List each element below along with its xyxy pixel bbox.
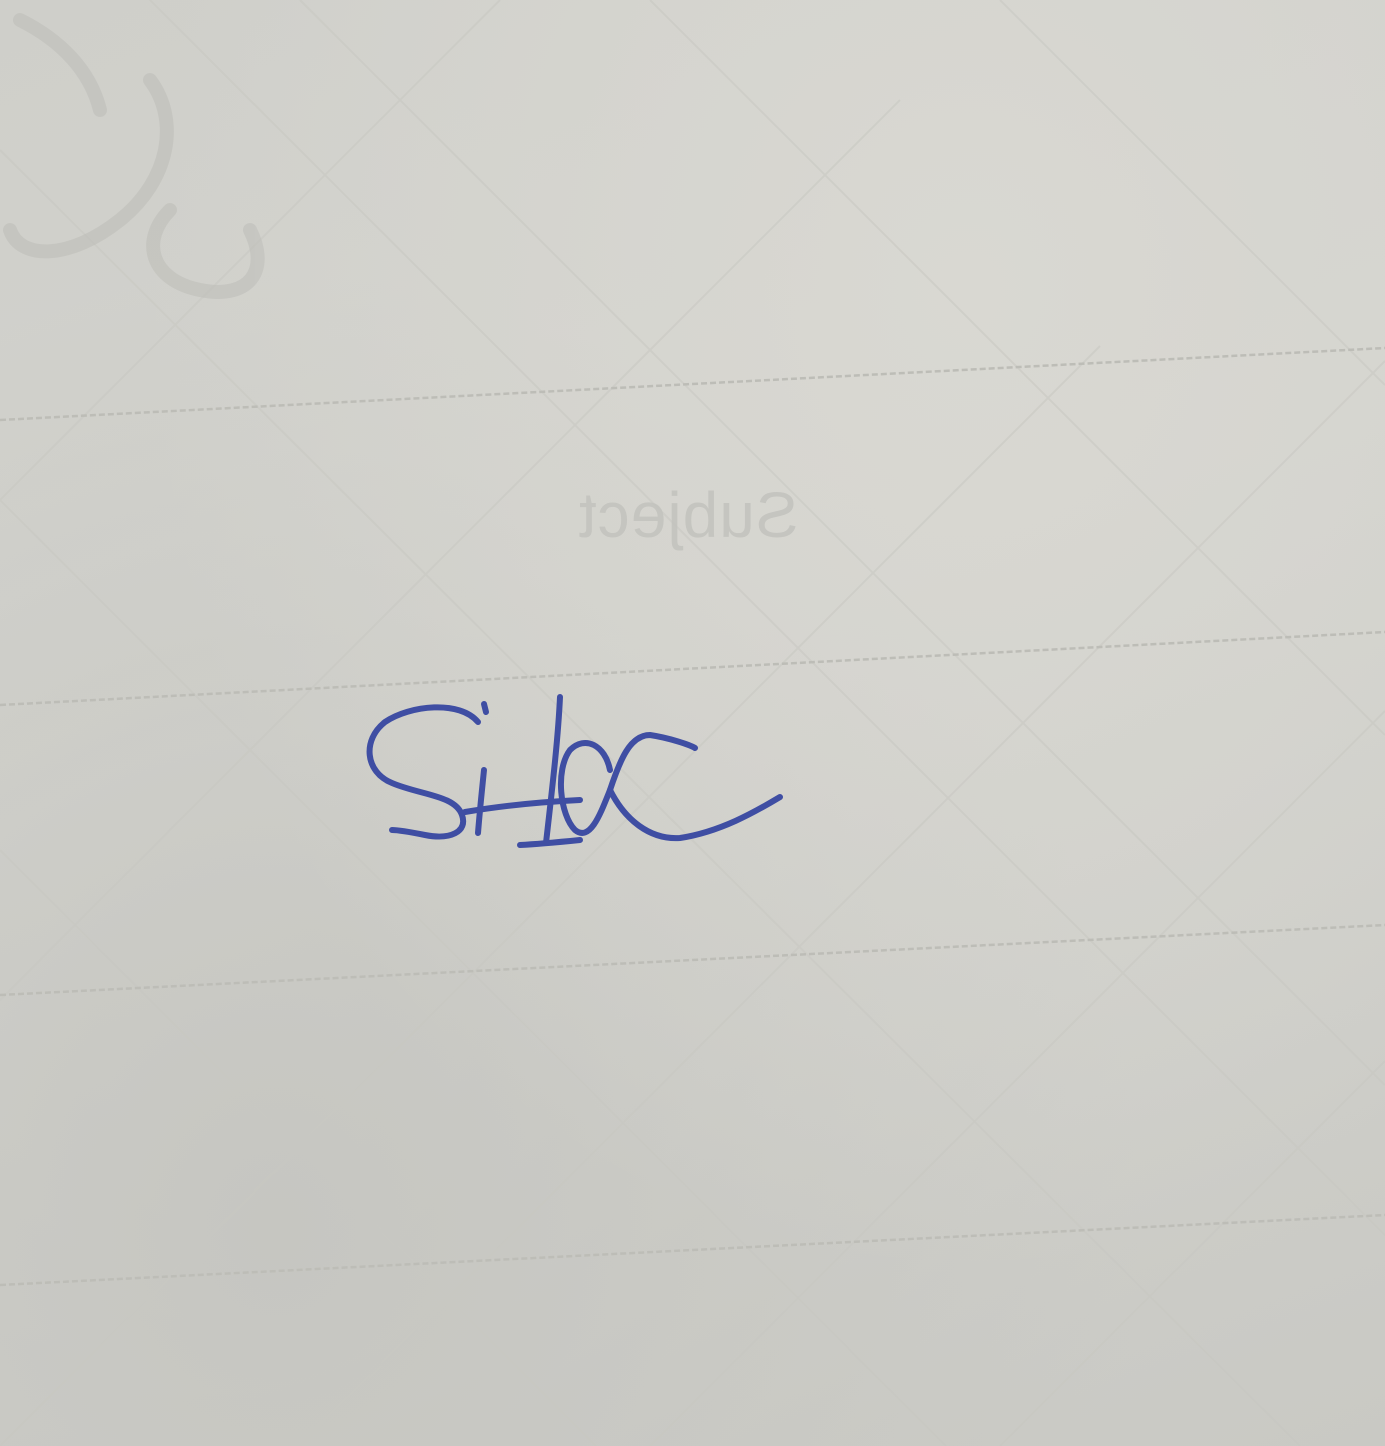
show-through-text: Subject: [578, 479, 799, 551]
ruled-line: [0, 1213, 1385, 1287]
ruled-line: [0, 346, 1385, 422]
ruled-line: [0, 923, 1385, 997]
show-through-ink-stroke: [3, 13, 265, 299]
notebook-paper: Subject: [0, 0, 1385, 1446]
diamond-pattern: [0, 0, 1385, 1446]
ruled-line: [0, 630, 1385, 707]
paper-texture: [0, 0, 1385, 1446]
handwritten-signature: [366, 694, 783, 848]
